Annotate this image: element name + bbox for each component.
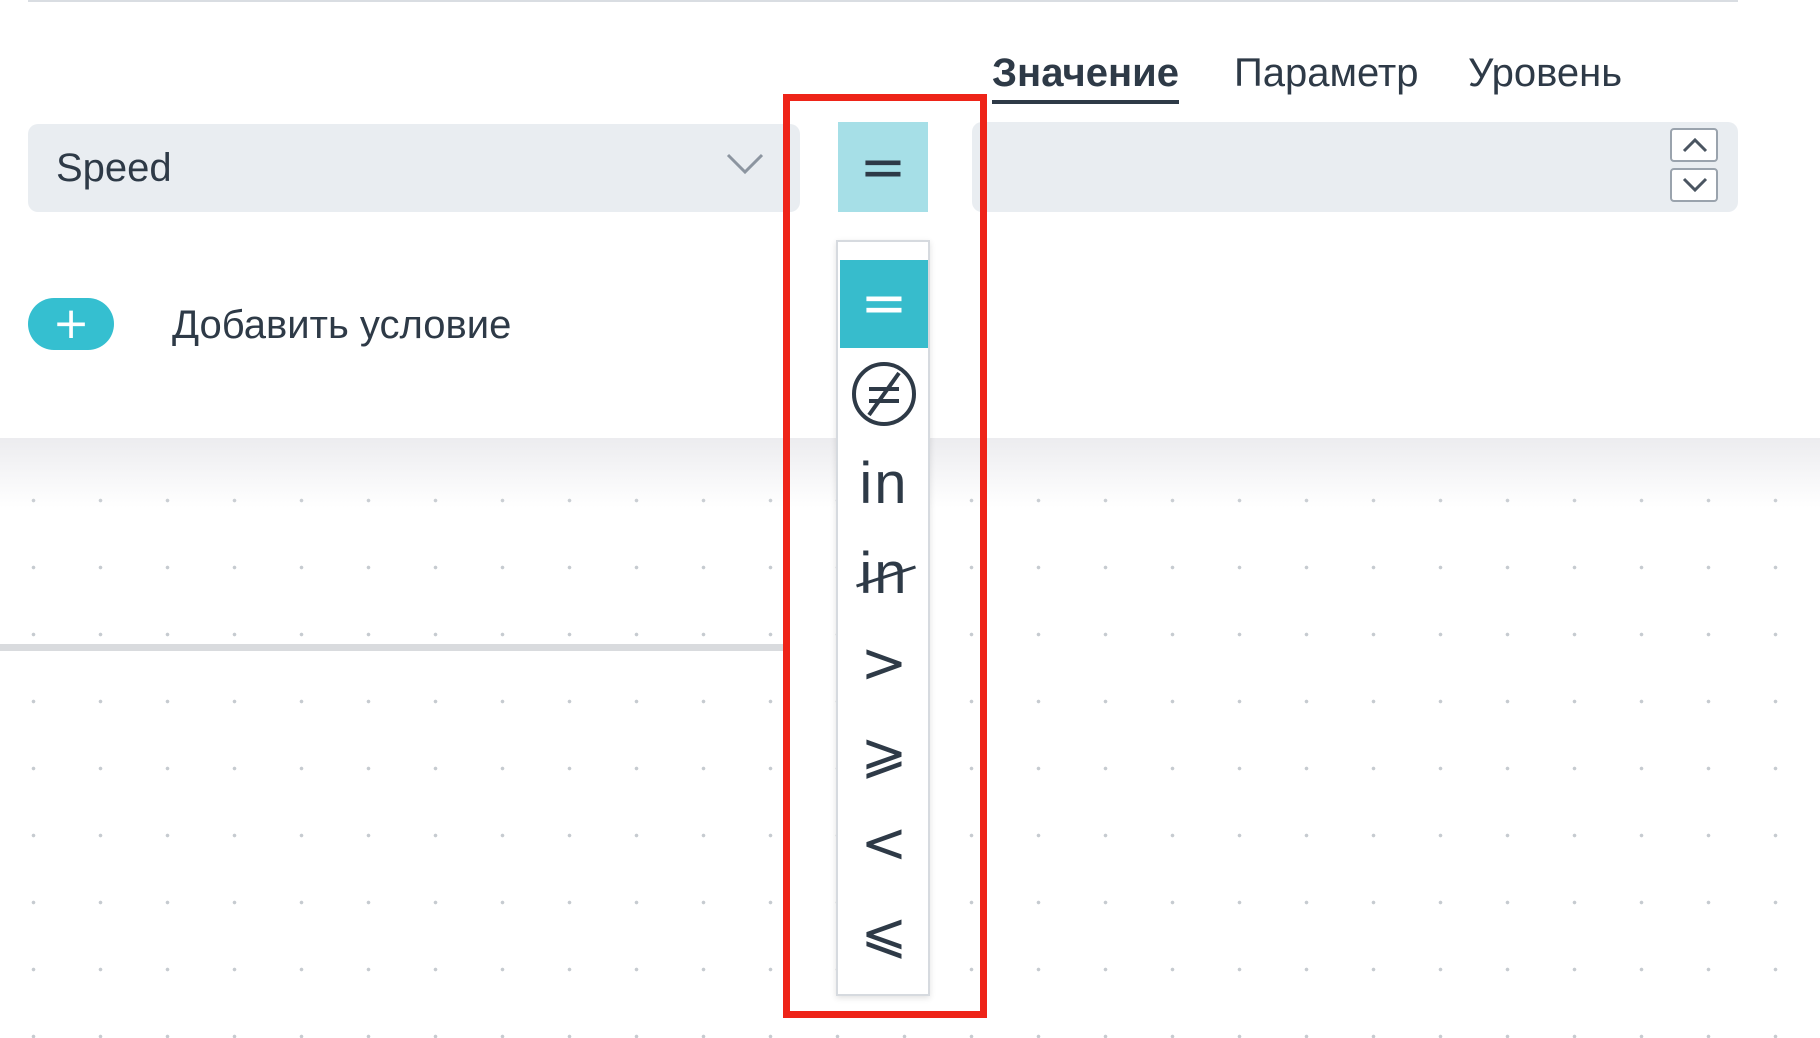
connector-line bbox=[0, 644, 790, 651]
add-condition-label[interactable]: Добавить условие bbox=[172, 300, 511, 350]
add-condition-button[interactable]: + bbox=[28, 298, 114, 350]
stepper-down-button[interactable] bbox=[1670, 168, 1718, 202]
field-select[interactable]: Speed bbox=[28, 124, 800, 212]
field-select-value: Speed bbox=[56, 146, 172, 190]
value-input[interactable] bbox=[972, 122, 1738, 212]
chevron-up-icon bbox=[1682, 137, 1708, 153]
chevron-down-icon[interactable] bbox=[726, 152, 764, 176]
top-divider bbox=[28, 0, 1738, 2]
tab-value[interactable]: Значение bbox=[992, 48, 1179, 104]
chevron-down-icon bbox=[1682, 177, 1708, 193]
stepper-up-button[interactable] bbox=[1670, 128, 1718, 162]
tab-parameter[interactable]: Параметр bbox=[1234, 48, 1418, 98]
plus-icon: + bbox=[52, 298, 90, 349]
tab-level[interactable]: Уровень bbox=[1468, 48, 1622, 98]
highlight-box bbox=[783, 94, 987, 1018]
